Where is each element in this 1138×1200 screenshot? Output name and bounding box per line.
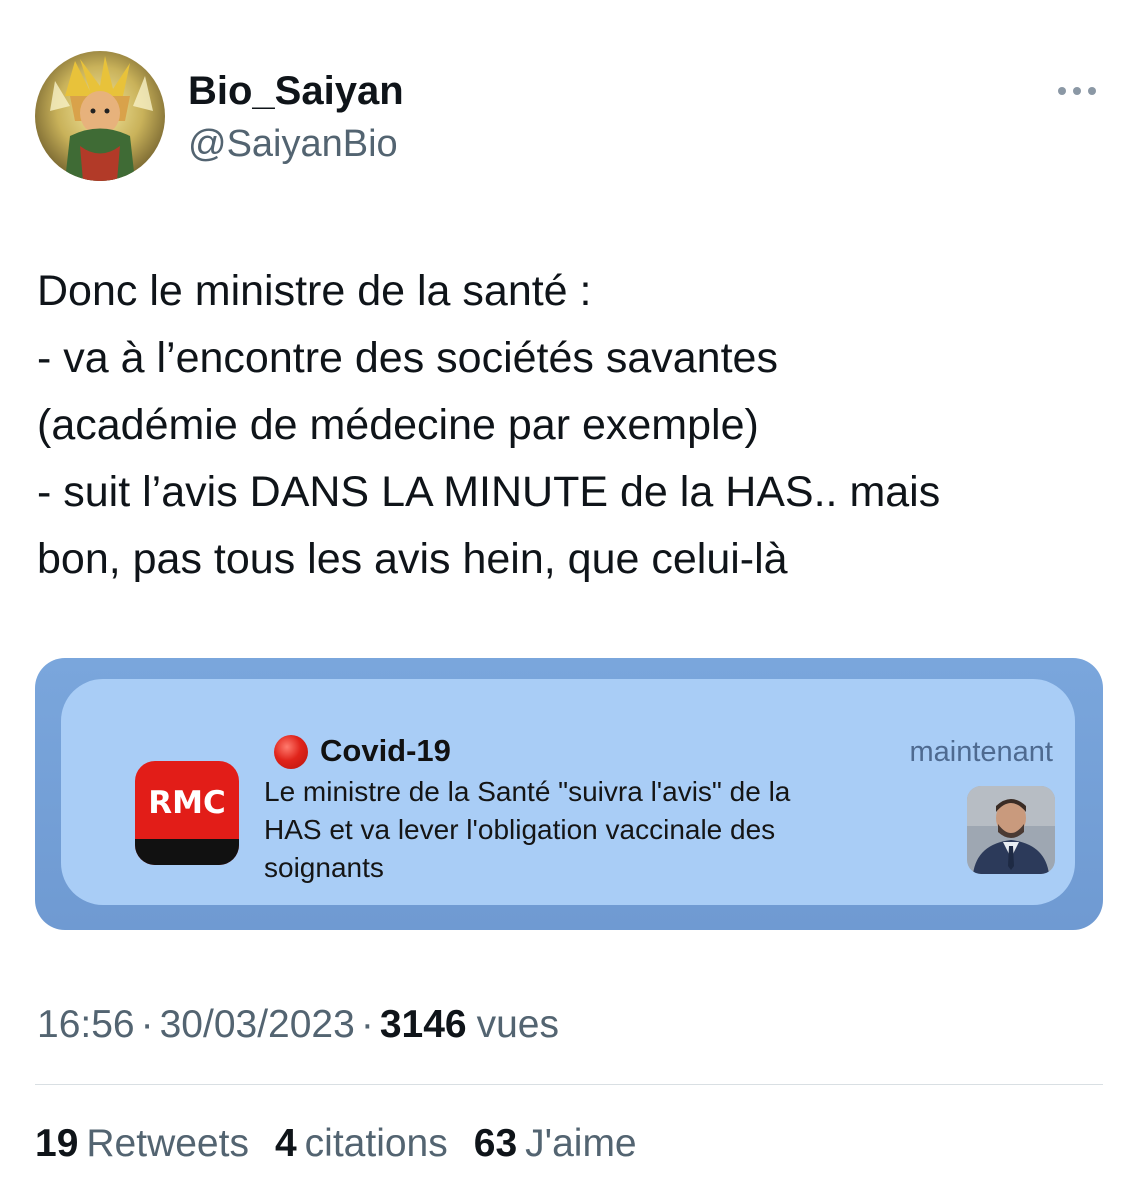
author-handle[interactable]: @SaiyanBio	[188, 122, 398, 166]
notification-body-line: soignants	[264, 852, 384, 883]
rmc-logo-text: RMC	[148, 785, 226, 821]
tweet-text-line: - suit l’avis DANS LA MINUTE de la HAS..…	[37, 468, 941, 516]
tweet-media-image[interactable]: RMC Covid-19 maintenant Le ministre de l…	[35, 658, 1103, 930]
tweet-text-line: - va à l’encontre des sociétés savantes	[37, 334, 778, 382]
notification-title: Covid-19	[320, 733, 451, 768]
meta-separator: ·	[360, 1003, 374, 1046]
tweet-stats: 19 Retweets 4 citations 63 J'aime	[35, 1118, 637, 1170]
retweets-count: 19	[35, 1122, 79, 1165]
tweet-text-line: (académie de médecine par exemple)	[37, 401, 759, 449]
quotes-label: citations	[304, 1122, 448, 1165]
author-display-name[interactable]: Bio_Saiyan	[188, 68, 404, 114]
notification-body-line: HAS et va lever l'obligation vaccinale d…	[264, 814, 776, 845]
red-circle-icon	[274, 735, 308, 769]
retweets-label: Retweets	[86, 1122, 249, 1165]
retweets-stat[interactable]: 19 Retweets	[35, 1118, 249, 1170]
tweet-text-line: Donc le ministre de la santé :	[37, 267, 592, 315]
tweet-date[interactable]: 30/03/2023	[160, 1003, 355, 1046]
notification-thumbnail	[967, 786, 1055, 874]
likes-stat[interactable]: 63 J'aime	[474, 1118, 637, 1170]
likes-label: J'aime	[525, 1122, 637, 1165]
push-notification-card: RMC Covid-19 maintenant Le ministre de l…	[61, 679, 1075, 905]
more-options-icon	[1058, 87, 1096, 95]
divider	[35, 1084, 1103, 1085]
meta-separator: ·	[140, 1003, 154, 1046]
tweet-time[interactable]: 16:56	[37, 1003, 135, 1046]
notification-body-line: Le ministre de la Santé "suivra l'avis" …	[264, 776, 791, 807]
minister-portrait-icon	[967, 786, 1055, 874]
anime-avatar-icon	[35, 51, 165, 181]
tweet-meta: 16:56 · 30/03/2023 · 3146 vues	[37, 1000, 559, 1050]
notification-body: Le ministre de la Santé "suivra l'avis" …	[264, 773, 790, 887]
rmc-logo-band	[135, 839, 239, 865]
notification-time: maintenant	[909, 736, 1054, 768]
rmc-app-icon: RMC	[135, 761, 239, 865]
tweet-text: Donc le ministre de la santé : - va à l’…	[37, 258, 1097, 593]
more-options-button[interactable]	[1052, 76, 1102, 106]
views-count: 3146	[379, 1003, 467, 1046]
views-label: vues	[476, 1003, 559, 1046]
tweet-text-line: bon, pas tous les avis hein, que celui-l…	[37, 535, 788, 583]
likes-count: 63	[473, 1122, 518, 1165]
quotes-count: 4	[274, 1122, 297, 1165]
author-avatar[interactable]	[35, 51, 165, 181]
quotes-stat[interactable]: 4 citations	[275, 1118, 448, 1170]
